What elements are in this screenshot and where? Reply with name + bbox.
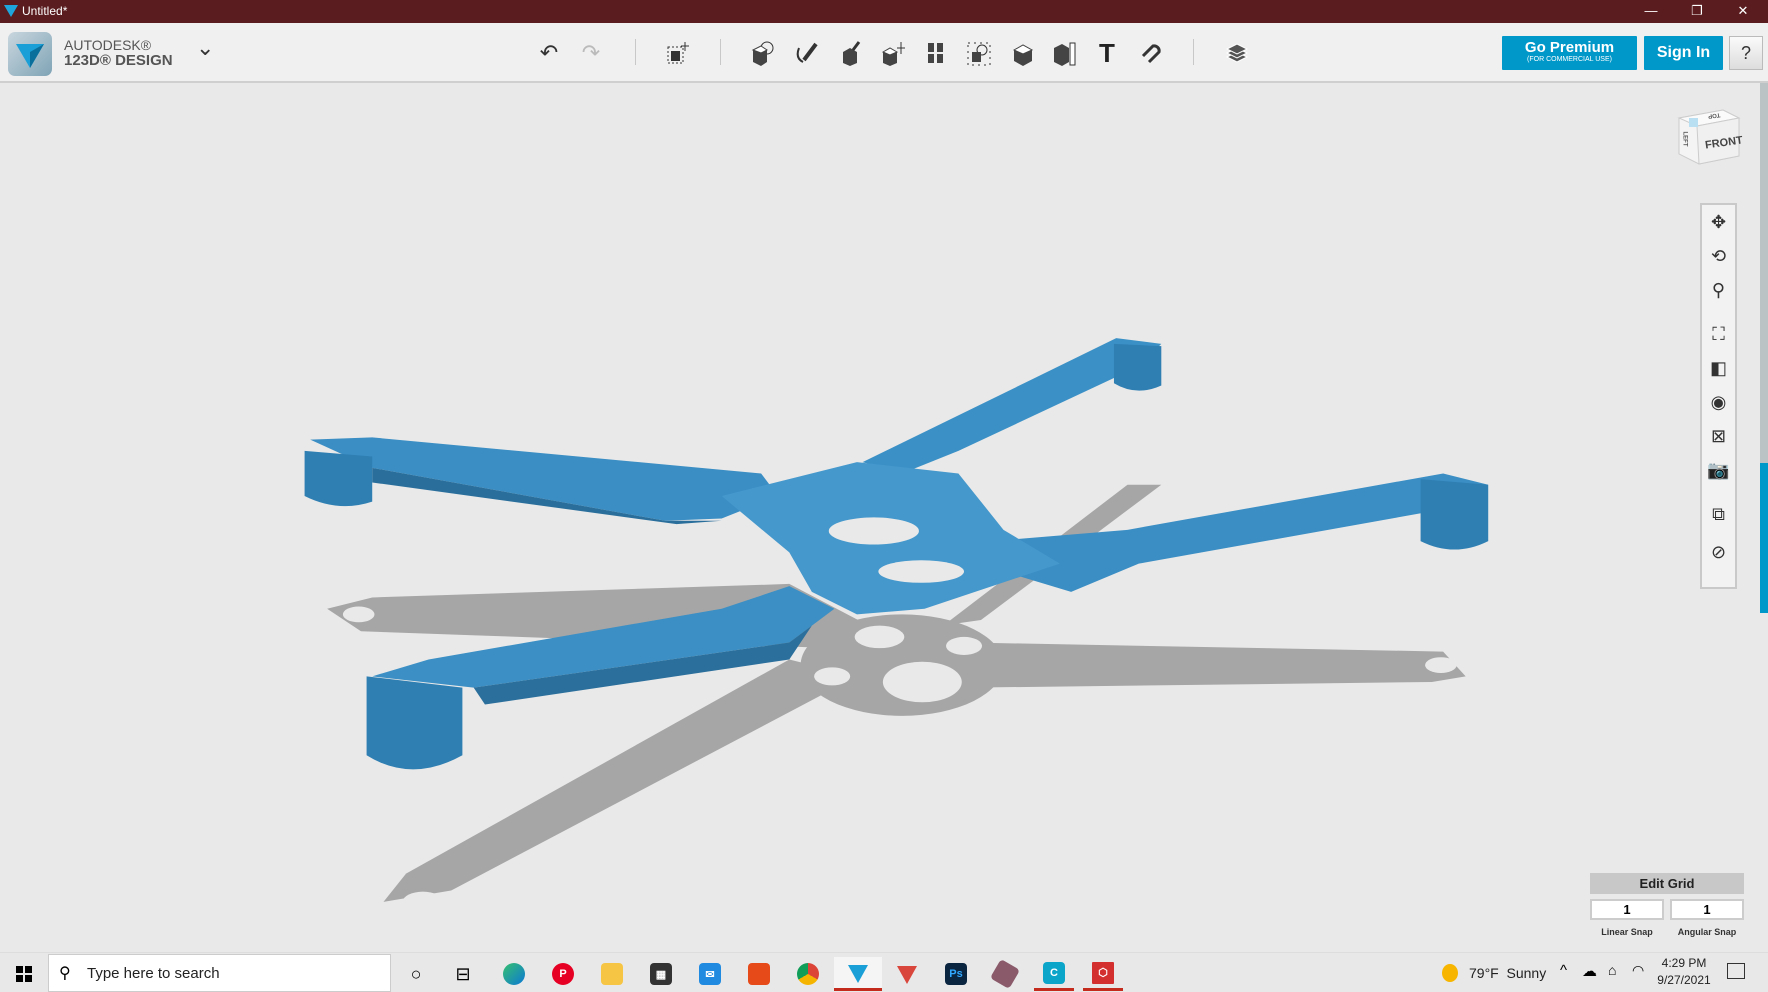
fit-icon[interactable]: ⛶ (1702, 317, 1735, 351)
weather-sunny-icon[interactable] (1442, 964, 1458, 982)
taskbar-app-file-explorer[interactable] (592, 957, 632, 991)
view-cube-left[interactable]: LEFT (1682, 132, 1688, 147)
clock-date: 9/27/2021 (1657, 973, 1711, 987)
taskbar-app-fusion[interactable]: ⬡ (1083, 957, 1123, 991)
taskbar-app-photoshop[interactable]: Ps (936, 957, 976, 991)
taskbar-app-chrome[interactable] (788, 957, 828, 991)
meet-now-icon[interactable]: ⌂ (1608, 962, 1616, 978)
onedrive-icon[interactable]: ☁ (1582, 962, 1597, 980)
pinterest-icon: P (552, 963, 574, 985)
show-hidden-icons-chevron-icon[interactable]: ^ (1560, 962, 1567, 979)
navigation-bar: ✥ ⟲ ⚲ ⛶ ◧ ◉ ⊠ 📷 ⧉ ⊘ (1700, 203, 1737, 589)
model-canvas[interactable] (0, 0, 1768, 992)
side-panel-toggle[interactable] (1760, 463, 1768, 613)
taskbar-app-office[interactable] (739, 957, 779, 991)
vectary-icon (897, 966, 917, 984)
pan-icon[interactable]: ✥ (1702, 205, 1735, 239)
folder-icon (601, 963, 623, 985)
linear-snap-input[interactable] (1590, 899, 1664, 920)
search-icon: ⚲ (59, 965, 71, 982)
scrollbar-track[interactable] (1760, 83, 1768, 463)
taskbar-app-store[interactable]: ▦ (641, 957, 681, 991)
chrome-icon (797, 963, 819, 985)
cortana-icon[interactable]: ○ (396, 957, 436, 991)
task-view-icon[interactable]: ⊟ (443, 957, 483, 991)
taskbar-app-edge[interactable] (494, 957, 534, 991)
fusion-icon: ⬡ (1092, 961, 1114, 984)
grid-toggle-icon[interactable]: ⊠ (1702, 419, 1735, 453)
123d-design-icon (848, 964, 868, 983)
taskbar-app-123d-design[interactable] (834, 957, 882, 991)
office-icon (748, 963, 770, 985)
taskbar-search-box[interactable]: ⚲ Type here to search (48, 954, 391, 992)
orbit-icon[interactable]: ⟲ (1702, 239, 1735, 273)
taskbar-app-cura[interactable]: C (1034, 957, 1074, 991)
store-icon: ▦ (650, 963, 672, 985)
mail-icon: ✉ (699, 963, 721, 985)
network-icon[interactable]: ◠ (1632, 962, 1644, 979)
linear-snap-label: Linear Snap (1601, 927, 1653, 937)
taskbar-app-pinterest[interactable]: P (543, 957, 583, 991)
angular-snap-input[interactable] (1670, 899, 1744, 920)
windows-start-icon[interactable] (4, 957, 44, 991)
taskbar-app-vectary[interactable] (887, 957, 927, 991)
view-mode-icon[interactable]: ◧ (1702, 351, 1735, 385)
clock[interactable]: 4:29 PM 9/27/2021 (1656, 956, 1712, 987)
edge-icon (503, 963, 525, 985)
notifications-icon[interactable] (1727, 963, 1745, 979)
angular-snap-label: Angular Snap (1677, 927, 1737, 937)
weather-text[interactable]: 79°F Sunny (1469, 965, 1546, 981)
zoom-icon[interactable]: ⚲ (1702, 273, 1735, 307)
clock-time: 4:29 PM (1661, 956, 1707, 970)
photoshop-icon: Ps (945, 963, 967, 985)
taskbar: ⚲ Type here to search ○ ⊟ P ▦ ✉ Ps C ⬡ 7… (0, 952, 1768, 992)
snap-materials-icon[interactable]: ⧉ (1702, 497, 1735, 531)
meshmixer-icon (989, 958, 1021, 990)
edit-grid-button[interactable]: Edit Grid (1590, 873, 1744, 894)
hide-sketch-icon[interactable]: ⊘ (1702, 535, 1735, 569)
cura-icon: C (1043, 961, 1065, 984)
view-cube[interactable]: FRONT LEFT TOP (1675, 104, 1744, 174)
visibility-icon[interactable]: ◉ (1702, 385, 1735, 419)
taskbar-app-mail[interactable]: ✉ (690, 957, 730, 991)
taskbar-app-meshmixer[interactable] (985, 957, 1025, 991)
search-placeholder: Type here to search (87, 965, 220, 982)
screenshot-icon[interactable]: 📷 (1702, 453, 1735, 487)
